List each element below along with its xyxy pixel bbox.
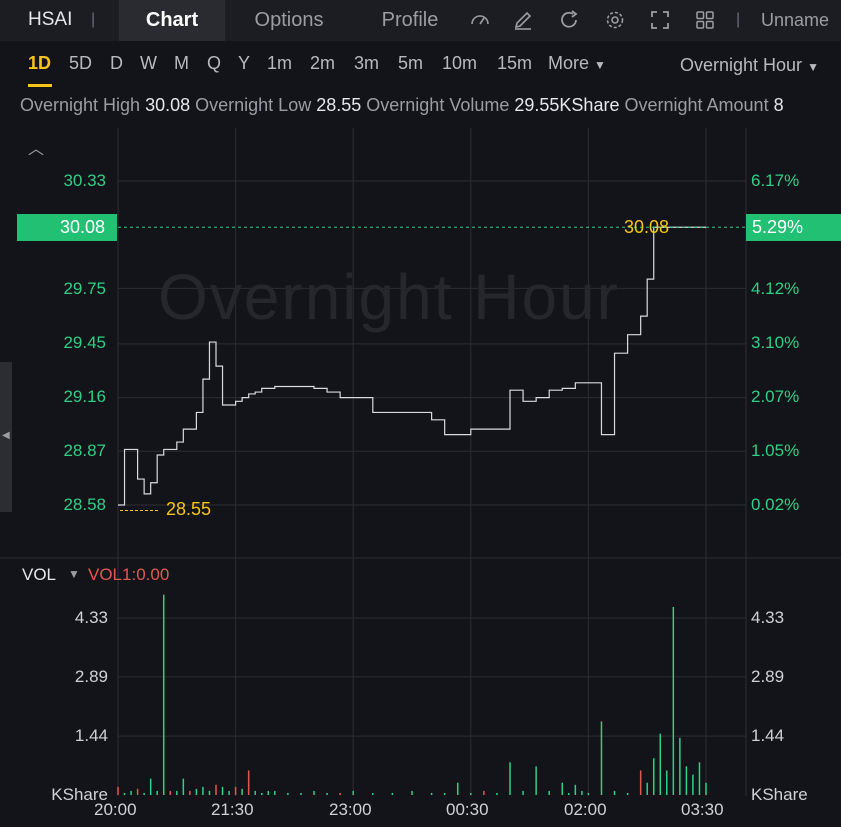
volume-tick: 2.89 (751, 667, 785, 686)
volume-bar (162, 594, 165, 795)
volume-title[interactable]: VOL (22, 565, 56, 585)
time-tick: 23:00 (329, 800, 372, 819)
chevron-left-icon[interactable]: ◀ (2, 430, 10, 441)
volume-bar (430, 792, 433, 795)
volume-bar (221, 786, 224, 795)
chart-canvas[interactable] (0, 0, 841, 827)
volume-bar (176, 790, 178, 795)
price-tick: 30.33 (63, 171, 106, 190)
volume-tick: 1.44 (751, 726, 785, 745)
volume-bar (208, 790, 211, 795)
volume-bar (287, 792, 289, 795)
chevron-down-icon[interactable]: ▼ (68, 567, 80, 581)
volume-bar (234, 786, 237, 795)
volume-bar (600, 721, 603, 795)
volume-bar (509, 762, 511, 795)
volume-bar (352, 790, 354, 795)
volume-bar (247, 770, 250, 795)
volume-bar (639, 770, 642, 795)
volume-bar (698, 762, 701, 795)
volume-bar (535, 766, 537, 795)
volume-bar (672, 606, 675, 795)
volume-bar (561, 782, 564, 795)
volume-indicator: VOL1:0.00 (88, 565, 170, 584)
time-tick: 00:30 (446, 800, 489, 819)
volume-bar (470, 792, 472, 795)
volume-bar (130, 790, 132, 795)
volume-bar (411, 790, 413, 795)
volume-bar (156, 790, 158, 795)
percent-tick: 1.05% (751, 441, 800, 460)
volume-bar (646, 782, 648, 795)
volume-bar (326, 792, 328, 795)
volume-bar (679, 737, 681, 795)
volume-bar (313, 790, 315, 795)
volume-bar (581, 790, 583, 795)
volume-bar (692, 774, 694, 795)
volume-bar (339, 792, 341, 795)
volume-bar (136, 788, 139, 795)
volume-unit: KShare (751, 785, 808, 804)
volume-bar (391, 792, 394, 795)
volume-bar (202, 786, 204, 795)
volume-bar (123, 792, 126, 795)
volume-tick: 1.44 (74, 726, 108, 745)
volume-tick: 2.89 (74, 667, 108, 686)
volume-bar (522, 790, 524, 795)
volume-bar (228, 790, 230, 795)
volume-bar (274, 790, 276, 795)
volume-bar (496, 792, 498, 795)
volume-bar (241, 788, 243, 795)
volume-bar (443, 792, 446, 795)
price-tick: 28.58 (63, 495, 106, 514)
volume-bar (652, 758, 655, 795)
percent-tick: 0.02% (751, 495, 800, 514)
percent-tick: 6.17% (751, 171, 800, 190)
volume-bar (613, 790, 616, 795)
time-tick: 21:30 (211, 800, 254, 819)
volume-bar (666, 770, 668, 795)
current-price-tag: 30.08 (17, 214, 117, 241)
time-tick: 03:30 (681, 800, 724, 819)
current-percent-tag: 5.29% (746, 214, 841, 241)
volume-bar (587, 792, 590, 795)
price-tick: 29.75 (63, 279, 106, 298)
high-marker: 30.08 (624, 217, 670, 237)
volume-bar (149, 778, 152, 795)
percent-tick: 3.10% (751, 333, 800, 352)
volume-bar (254, 790, 256, 795)
volume-bar (548, 790, 550, 795)
price-tick: 29.16 (63, 387, 106, 406)
low-marker: 28.55 (166, 499, 212, 519)
collapse-icon[interactable]: ︿ (28, 135, 44, 159)
volume-bar (267, 790, 270, 795)
volume-bar (182, 778, 185, 795)
volume-bar (215, 784, 217, 795)
volume-bar (705, 782, 707, 795)
volume-bar (372, 792, 374, 795)
volume-bar (568, 792, 570, 795)
volume-bar (260, 792, 263, 795)
volume-bar (117, 786, 119, 795)
volume-tick: 4.33 (74, 608, 108, 627)
time-tick: 20:00 (94, 800, 137, 819)
volume-bar (456, 782, 459, 795)
volume-tick: 4.33 (751, 608, 785, 627)
volume-bar (685, 766, 688, 795)
percent-tick: 2.07% (751, 387, 800, 406)
volume-bar (143, 792, 145, 795)
volume-bar (483, 790, 485, 795)
time-tick: 02:00 (564, 800, 607, 819)
volume-bar (300, 792, 302, 795)
percent-tick: 4.12% (751, 279, 800, 298)
price-tick: 28.87 (63, 441, 106, 460)
session-watermark: Overnight Hour (158, 261, 620, 333)
volume-bar (659, 733, 662, 795)
volume-bar (574, 784, 577, 795)
volume-bar (195, 788, 198, 795)
volume-bar (169, 790, 172, 795)
volume-bar (189, 790, 191, 795)
volume-bar (626, 792, 629, 795)
price-tick: 29.45 (63, 333, 106, 352)
